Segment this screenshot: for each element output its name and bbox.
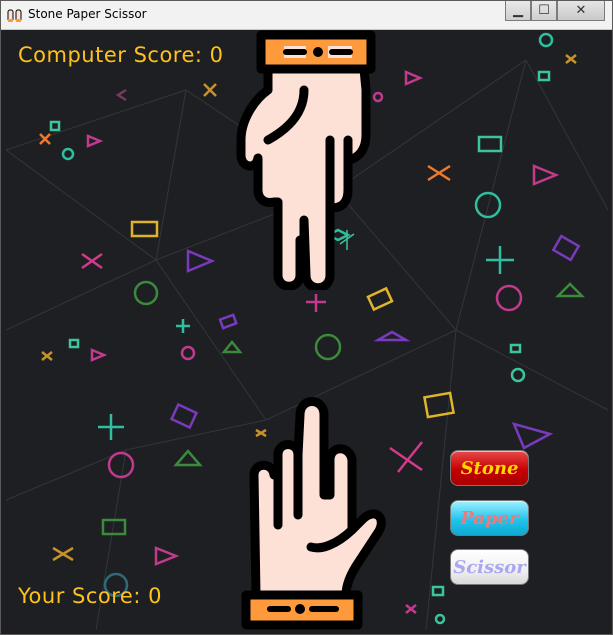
stone-button[interactable]: Stone	[450, 450, 529, 486]
player-hand-scissor-icon	[241, 397, 386, 630]
window-title: Stone Paper Scissor	[28, 7, 147, 21]
paper-button[interactable]: Paper	[450, 500, 529, 536]
game-area: Computer Score: 0 Your Score: 0 Stone Pa…	[6, 30, 608, 630]
maximize-button[interactable]: ☐	[531, 1, 557, 21]
title-bar[interactable]: Stone Paper Scissor ▁ ☐ ✕	[1, 1, 612, 30]
close-button[interactable]: ✕	[557, 1, 605, 21]
close-icon: ✕	[575, 3, 587, 18]
minimize-icon: ▁	[513, 3, 523, 18]
app-hands-icon	[7, 9, 22, 22]
computer-hand-scissor-icon	[236, 30, 376, 290]
computer-score: Computer Score: 0	[18, 43, 224, 67]
game-window: Stone Paper Scissor ▁ ☐ ✕ Computer Score…	[0, 0, 613, 635]
minimize-button[interactable]: ▁	[505, 1, 531, 21]
maximize-icon: ☐	[538, 3, 550, 18]
scissor-button[interactable]: Scissor	[450, 549, 529, 585]
player-score: Your Score: 0	[18, 584, 162, 608]
